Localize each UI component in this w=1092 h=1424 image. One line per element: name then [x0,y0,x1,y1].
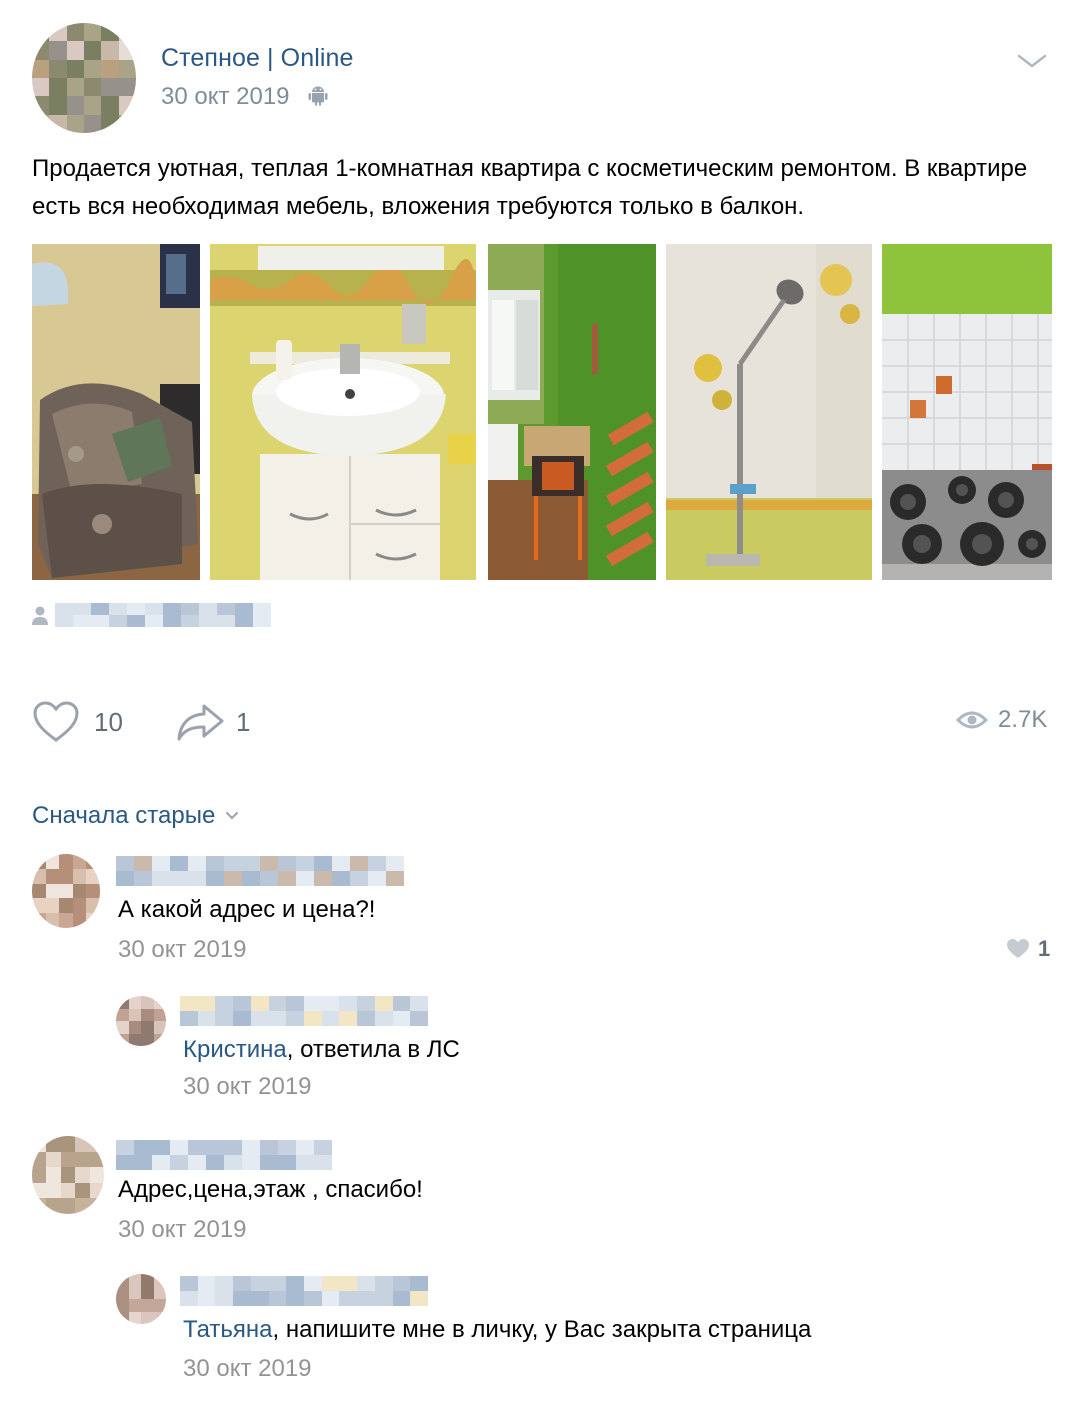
comment-text: Адрес,цена,этаж , спасибо! [118,1176,423,1203]
comment-date[interactable]: 30 окт 2019 [118,936,247,964]
photo-shower[interactable] [666,244,872,580]
heart-icon [1007,939,1029,958]
like-button[interactable]: 10 [32,700,123,744]
comment-text: А какой адрес и цена?! [118,896,376,923]
comment-like-button[interactable]: 1 [1006,936,1050,962]
avatar[interactable] [32,1136,104,1214]
share-icon [177,704,224,741]
community-name[interactable]: Степное | Online [161,44,354,73]
likes-count: 10 [94,706,123,737]
comment-date[interactable]: 30 окт 2019 [118,1216,247,1244]
post-text: Продается уютная, теплая 1-комнатная ква… [32,155,1028,220]
comment-likes-count: 1 [1038,936,1051,961]
person-icon [32,606,48,625]
photo-stove[interactable] [882,244,1052,580]
mention-link[interactable]: Кристина [183,1036,287,1063]
shares-count: 1 [236,706,251,737]
community-avatar[interactable] [32,23,136,133]
avatar[interactable] [116,996,166,1046]
comment-author-name[interactable] [116,856,404,886]
comments-sort-label: Сначала старые [32,802,216,829]
comment-date[interactable]: 30 окт 2019 [183,1355,312,1383]
heart-icon [33,701,79,742]
comment-text: Татьяна, напишите мне в личку, у Вас зак… [183,1316,812,1343]
comment-date[interactable]: 30 окт 2019 [183,1073,312,1101]
post-date[interactable]: 30 окт 2019 [161,83,290,111]
eye-icon [956,711,988,729]
photo-sink[interactable] [210,244,476,580]
photo-kitchen-window[interactable] [488,244,656,580]
comments-sort-dropdown[interactable]: Сначала старые [32,802,239,830]
comment-author-name[interactable] [180,996,428,1026]
post-author-link[interactable] [55,603,271,627]
avatar[interactable] [32,854,100,928]
photo-armchair[interactable] [32,244,200,580]
android-icon [308,86,328,106]
comment-text: Кристина, ответила в ЛС [183,1036,460,1063]
views-counter: 2.7K [956,706,1047,734]
share-button[interactable]: 1 [176,702,250,742]
chevron-down-icon [226,812,239,820]
chevron-down-icon[interactable] [1016,50,1048,72]
comment-author-name[interactable] [116,1140,332,1170]
comment-author-name[interactable] [180,1276,428,1306]
mention-link[interactable]: Татьяна [183,1316,273,1343]
avatar[interactable] [116,1274,166,1324]
views-count: 2.7K [998,706,1048,733]
